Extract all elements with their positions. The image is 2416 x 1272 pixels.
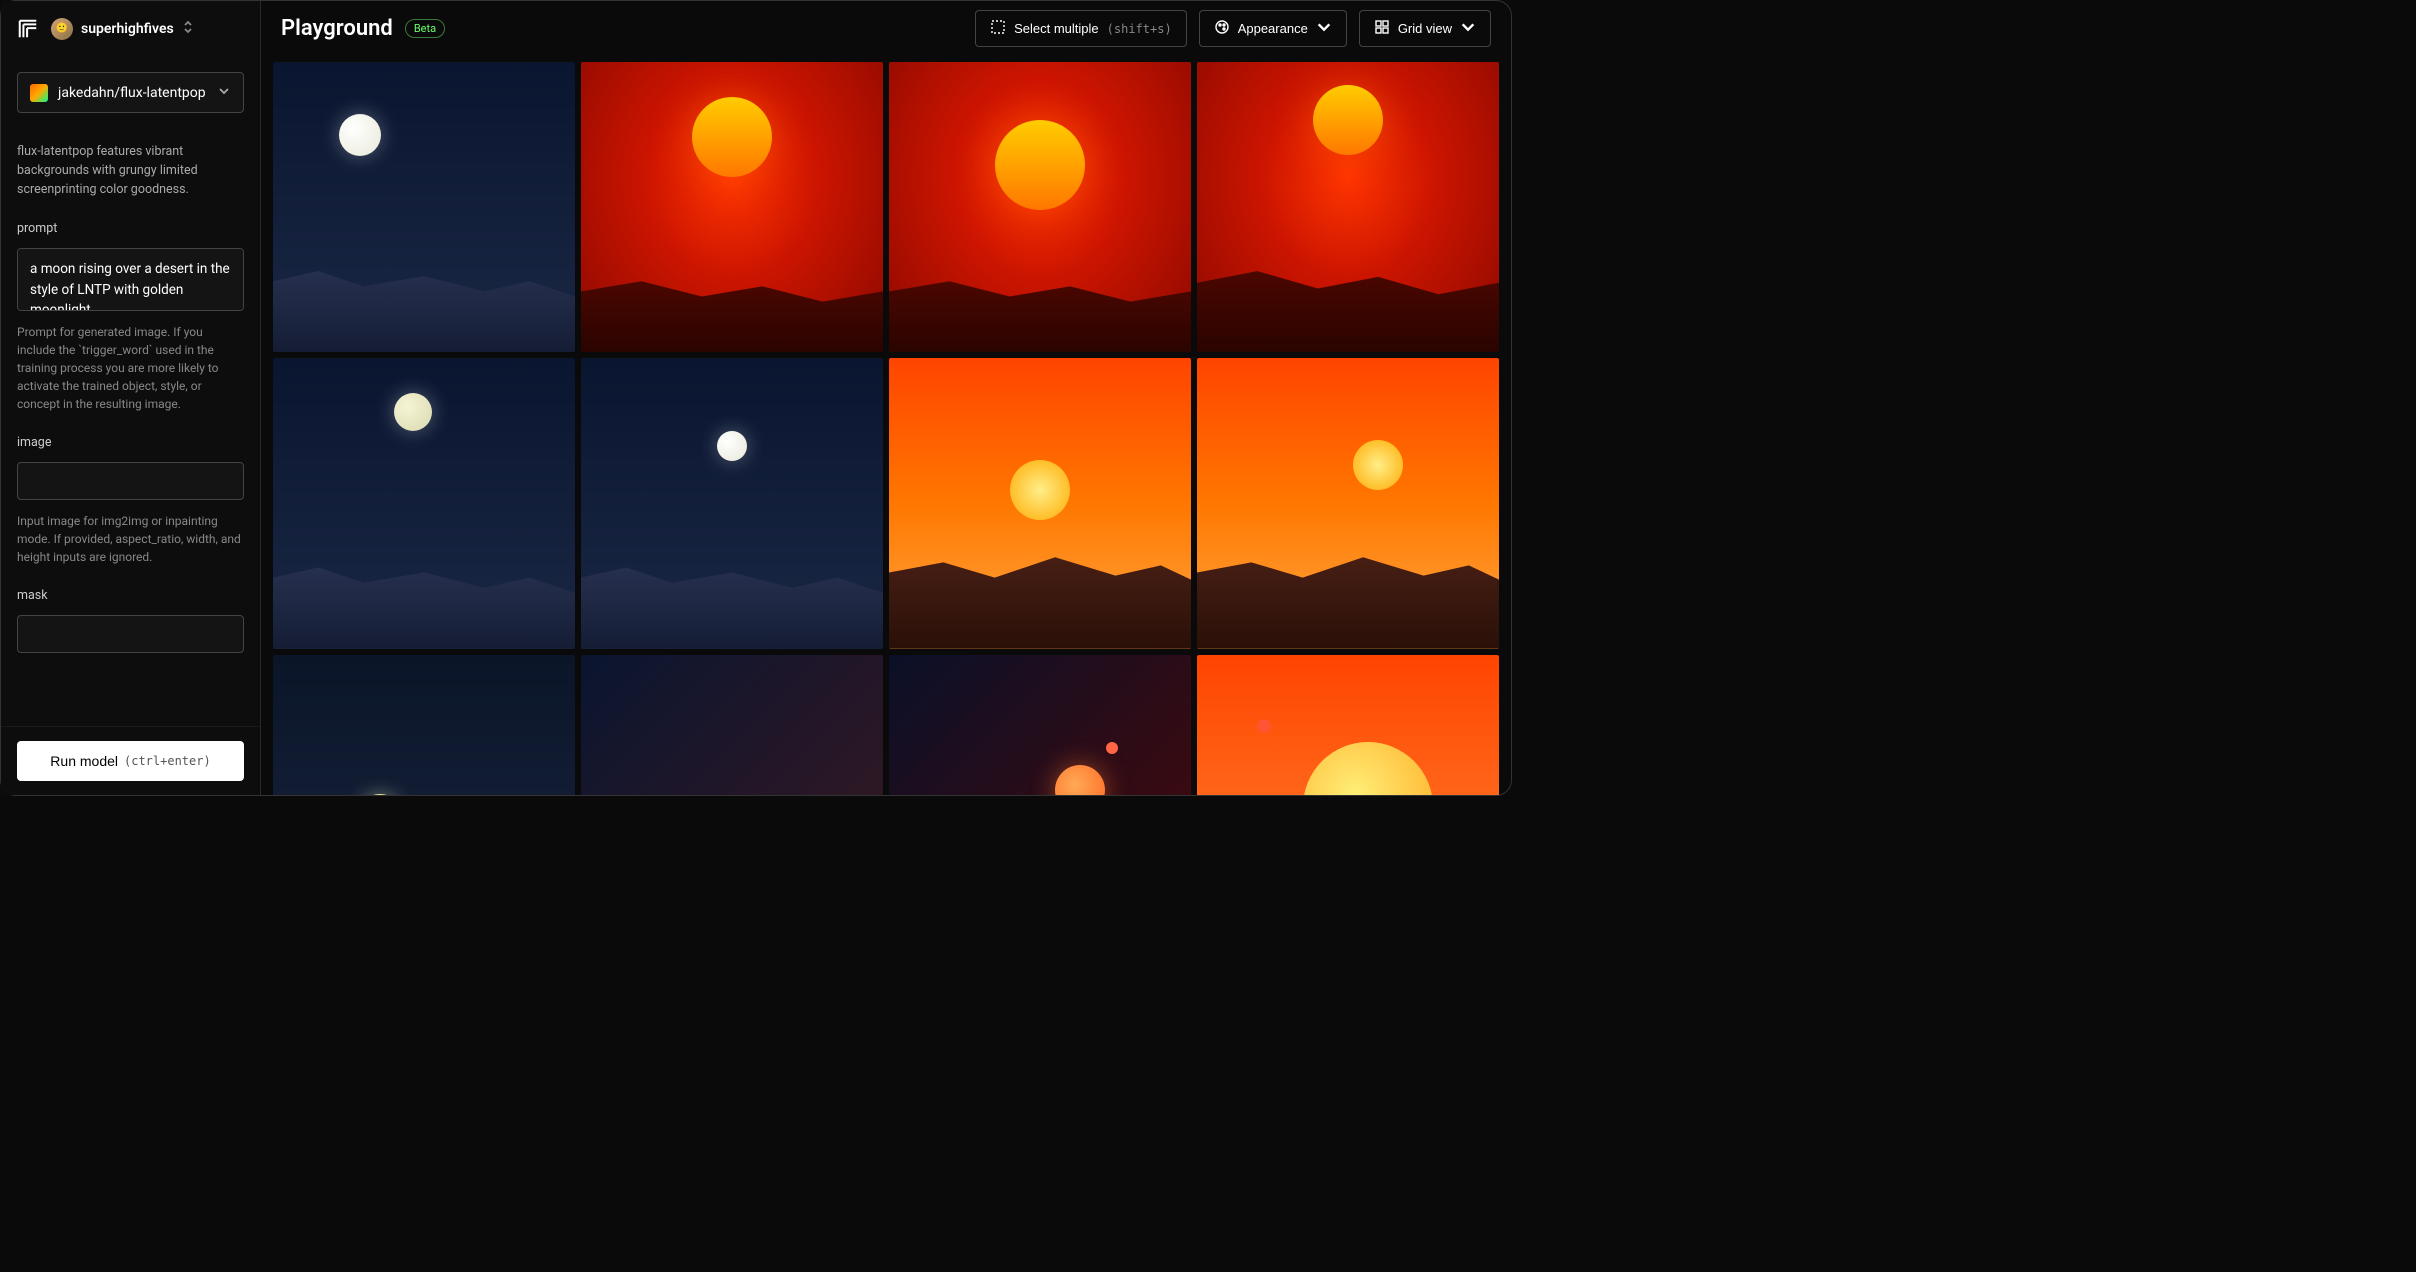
select-icon xyxy=(990,19,1006,38)
grid-view-label: Grid view xyxy=(1398,21,1452,36)
prompt-label: prompt xyxy=(17,221,244,236)
chevron-up-down-icon xyxy=(182,19,194,38)
mask-input[interactable] xyxy=(17,615,244,653)
run-label: Run model xyxy=(50,753,118,769)
prompt-input[interactable] xyxy=(17,248,244,311)
appearance-label: Appearance xyxy=(1238,21,1308,36)
chevron-down-icon xyxy=(1460,19,1476,38)
prompt-help: Prompt for generated image. If you inclu… xyxy=(17,323,244,413)
chevron-down-icon xyxy=(217,83,231,102)
beta-badge: Beta xyxy=(405,19,445,38)
select-kbd: (shift+s) xyxy=(1107,22,1172,36)
sidebar-body: jakedahn/flux-latentpop flux-latentpop f… xyxy=(1,56,260,726)
appearance-button[interactable]: Appearance xyxy=(1199,10,1347,47)
replicate-logo-icon xyxy=(17,18,39,40)
page-title: Playground xyxy=(281,16,393,41)
result-tile[interactable] xyxy=(1197,358,1499,648)
result-tile[interactable] xyxy=(273,655,575,795)
main: Playground Beta Select multiple (shift+s… xyxy=(261,1,1511,795)
run-kbd: (ctrl+enter) xyxy=(124,754,211,768)
topbar: Playground Beta Select multiple (shift+s… xyxy=(261,1,1511,56)
image-help: Input image for img2img or inpainting mo… xyxy=(17,512,244,566)
sidebar: 🙂 superhighfives jakedahn/flux-latentpop… xyxy=(1,1,261,795)
result-tile[interactable] xyxy=(273,358,575,648)
select-label: Select multiple xyxy=(1014,21,1099,36)
sidebar-footer: Run model (ctrl+enter) xyxy=(1,726,260,795)
palette-icon xyxy=(1214,19,1230,38)
grid-icon xyxy=(1374,19,1390,38)
results-grid xyxy=(273,62,1499,795)
chevron-down-icon xyxy=(1316,19,1332,38)
image-input[interactable] xyxy=(17,462,244,500)
results-grid-area[interactable] xyxy=(261,56,1511,795)
grid-view-button[interactable]: Grid view xyxy=(1359,10,1491,47)
result-tile[interactable] xyxy=(581,655,883,795)
model-name: jakedahn/flux-latentpop xyxy=(58,85,207,101)
result-tile[interactable] xyxy=(1197,62,1499,352)
model-icon xyxy=(30,84,48,102)
result-tile[interactable] xyxy=(581,358,883,648)
user-menu[interactable]: 🙂 superhighfives xyxy=(51,18,194,40)
image-label: image xyxy=(17,435,244,450)
result-tile[interactable] xyxy=(273,62,575,352)
result-tile[interactable] xyxy=(1197,655,1499,795)
username: superhighfives xyxy=(81,21,174,37)
sidebar-header: 🙂 superhighfives xyxy=(1,1,260,56)
result-tile[interactable] xyxy=(581,62,883,352)
model-description: flux-latentpop features vibrant backgrou… xyxy=(17,143,244,199)
result-tile[interactable] xyxy=(889,62,1191,352)
run-model-button[interactable]: Run model (ctrl+enter) xyxy=(17,741,244,781)
select-multiple-button[interactable]: Select multiple (shift+s) xyxy=(975,10,1187,47)
result-tile[interactable] xyxy=(889,655,1191,795)
mask-label: mask xyxy=(17,588,244,603)
model-select[interactable]: jakedahn/flux-latentpop xyxy=(17,72,244,113)
avatar: 🙂 xyxy=(51,18,73,40)
result-tile[interactable] xyxy=(889,358,1191,648)
